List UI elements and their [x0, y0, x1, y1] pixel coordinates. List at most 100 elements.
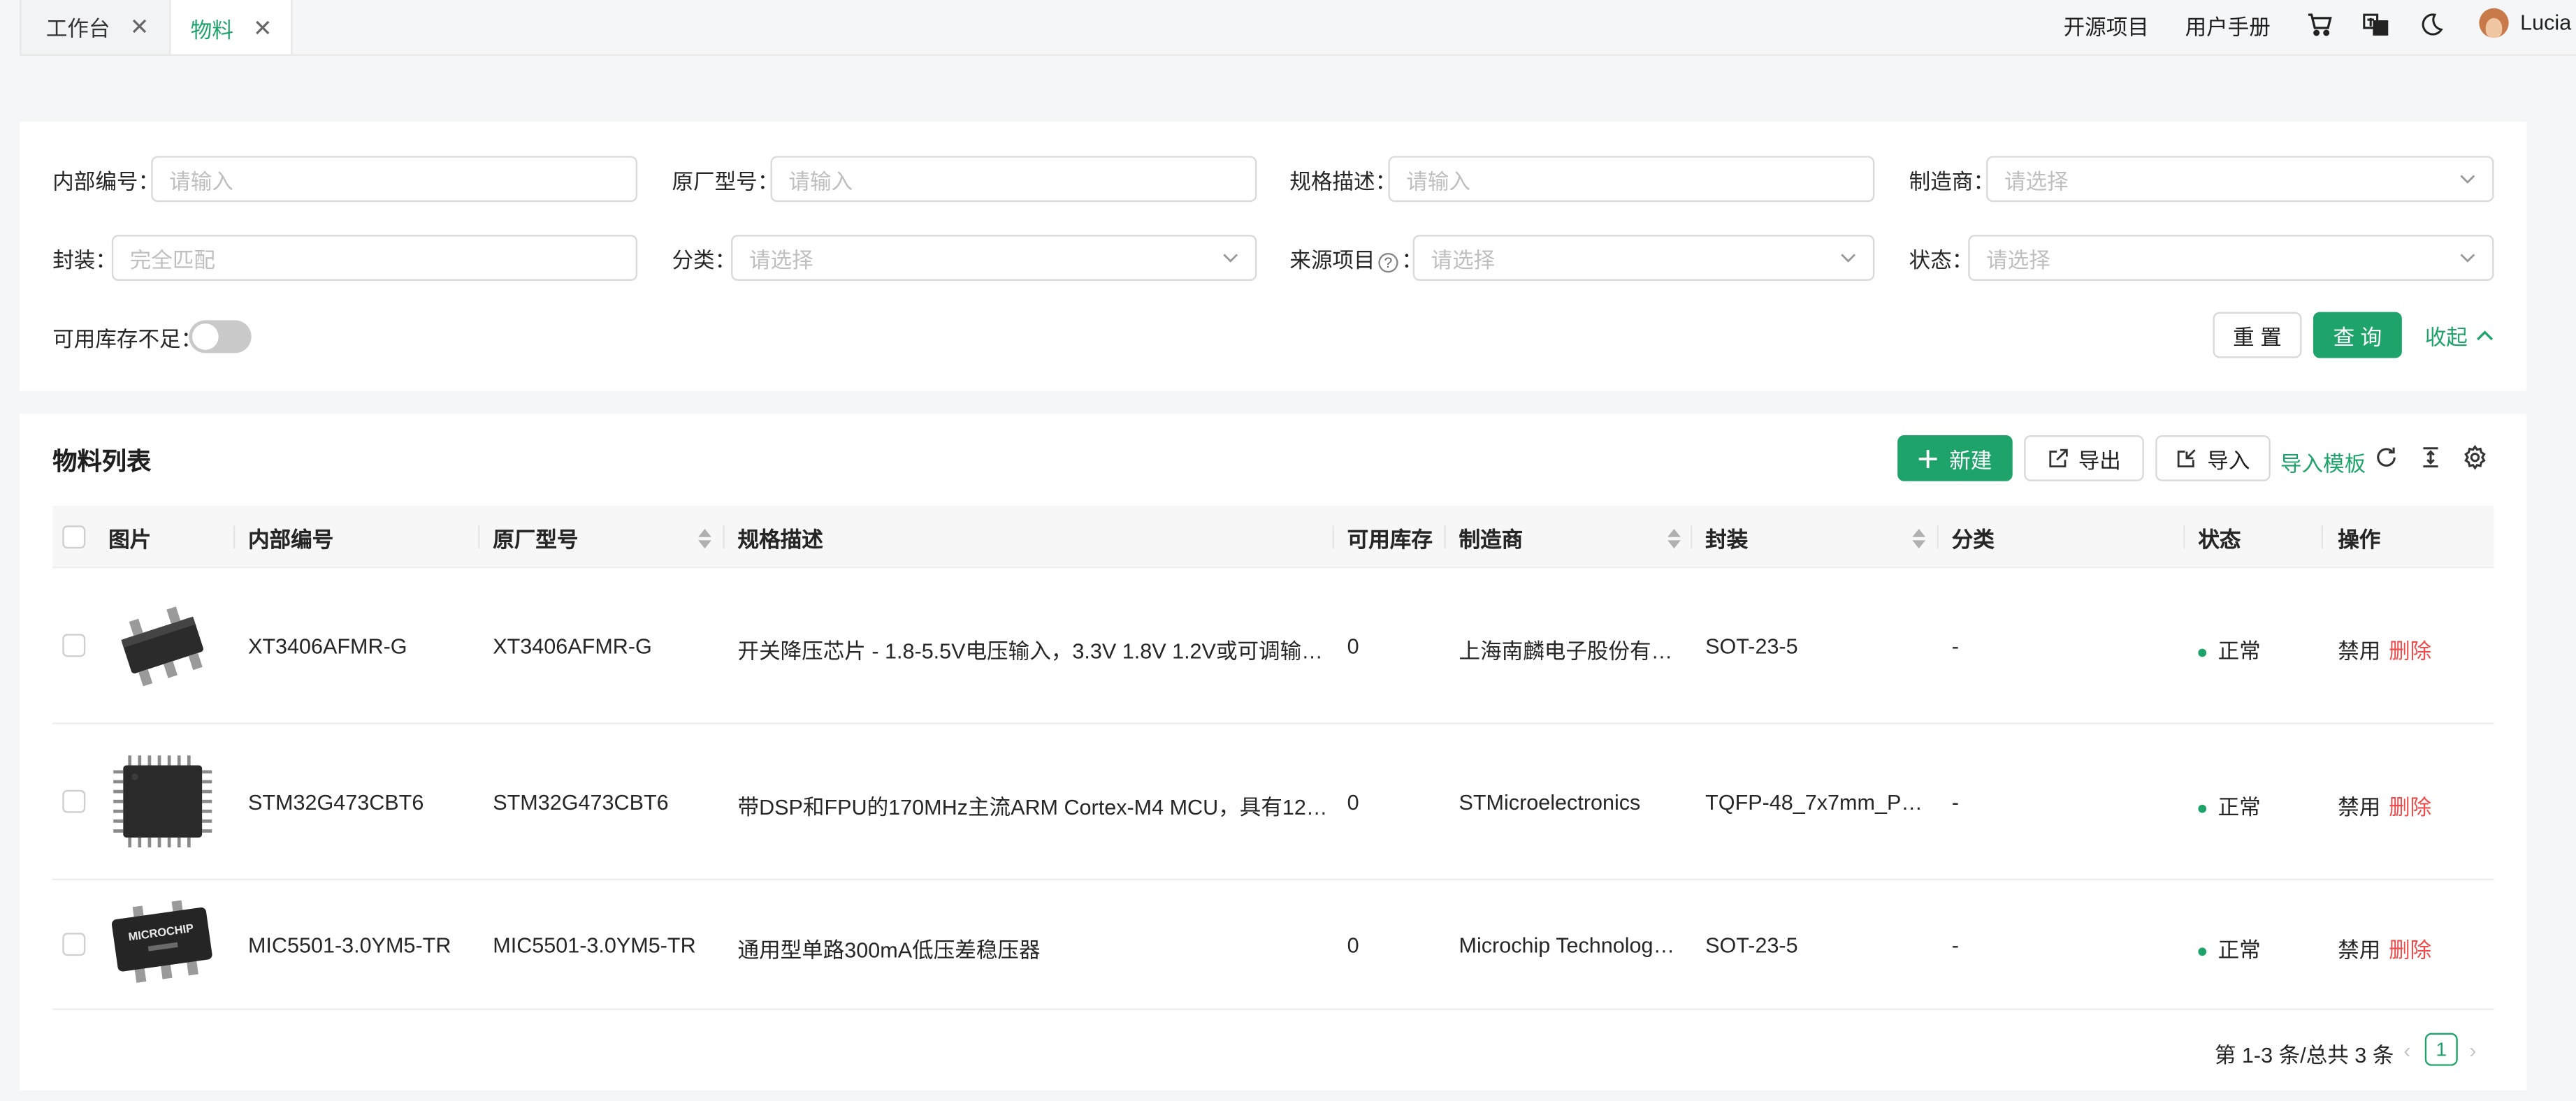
- chevron-down-icon: [1223, 254, 1238, 263]
- close-icon[interactable]: ✕: [130, 13, 150, 41]
- manufacturer-cell: STMicroelectronics: [1459, 789, 1641, 815]
- gear-icon[interactable]: [2463, 444, 2489, 472]
- col-package[interactable]: 封装: [1705, 506, 1748, 568]
- status-dot: [2198, 648, 2207, 657]
- export-button[interactable]: 导出: [2024, 435, 2144, 481]
- disable-button[interactable]: 禁用: [2338, 790, 2380, 822]
- open-source-link[interactable]: 开源项目: [2064, 10, 2149, 41]
- page-1-button[interactable]: 1: [2424, 1033, 2458, 1066]
- chevron-down-icon: [2460, 254, 2475, 263]
- manufacturer-cell: 上海南麟电子股份有限...: [1459, 639, 1683, 664]
- avatar[interactable]: [2479, 8, 2509, 38]
- category-cell: -: [1951, 933, 1959, 958]
- low-stock-toggle[interactable]: [189, 320, 252, 353]
- internal-no-link[interactable]: STM32G473CBT6: [248, 790, 478, 815]
- table-row[interactable]: MICROCHIP MIC5501-3.0YM5-TR MIC5501-3.0Y…: [52, 880, 2494, 1010]
- status-label: 状态：: [1909, 247, 1974, 273]
- table-row[interactable]: STM32G473CBT6 STM32G473CBT6 带DSP和FPU的170…: [52, 724, 2494, 881]
- delete-button[interactable]: 删除: [2389, 933, 2431, 964]
- internal-no-link[interactable]: MIC5501-3.0YM5-TR: [248, 933, 478, 957]
- disable-button[interactable]: 禁用: [2338, 933, 2380, 964]
- stock-cell: 0: [1347, 634, 1359, 659]
- col-manufacturer[interactable]: 制造商: [1459, 506, 1524, 568]
- category-label: 分类：: [672, 247, 737, 273]
- row-checkbox[interactable]: [62, 933, 86, 956]
- chevron-up-icon: [2477, 330, 2494, 340]
- export-icon: [2049, 448, 2068, 467]
- mfr-model-input[interactable]: 请输入: [770, 156, 1257, 203]
- filter-panel: 内部编号： 请输入 原厂型号： 请输入 规格描述： 请输入 制造商： 请选择 封…: [20, 121, 2527, 391]
- user-name[interactable]: Lucia: [2520, 10, 2571, 34]
- stock-cell: 0: [1347, 789, 1359, 815]
- collapse-label: 收起: [2424, 324, 2468, 349]
- tab-workbench[interactable]: 工作台 ✕: [20, 0, 171, 56]
- package-link[interactable]: SOT-23-5: [1705, 634, 1929, 658]
- source-project-label: 来源项目?：: [1289, 247, 1423, 273]
- collapse-button[interactable]: 收起: [2422, 312, 2497, 358]
- col-image: 图片: [108, 526, 152, 551]
- col-status: 状态: [2198, 526, 2241, 551]
- refresh-icon[interactable]: [2374, 445, 2401, 472]
- package-link[interactable]: TQFP-48_7x7mm_P0....: [1705, 790, 1929, 815]
- close-icon[interactable]: ✕: [253, 14, 273, 42]
- tab-materials[interactable]: 物料 ✕: [171, 0, 293, 56]
- column-divider: [2183, 525, 2185, 549]
- material-list-card: 物料列表 新建 导出 导入 导入模板 图片 内部编号 原厂型号 规格描述 可用库…: [20, 414, 2527, 1091]
- column-divider: [233, 525, 236, 549]
- new-button[interactable]: 新建: [1897, 435, 2013, 481]
- app-root: 工作台 ✕ 物料 ✕ 开源项目 用户手册 Lucia 内部编号： 请输入 原厂型…: [0, 0, 2576, 1100]
- import-template-link[interactable]: 导入模板: [2280, 446, 2366, 478]
- manufacturer-label: 制造商：: [1909, 169, 1995, 194]
- import-button[interactable]: 导入: [2155, 435, 2271, 481]
- help-icon[interactable]: ?: [1378, 251, 1398, 272]
- mfr-model-cell: STM32G473CBT6: [493, 789, 669, 815]
- table-row[interactable]: XT3406AFMR-G XT3406AFMR-G 开关降压芯片 - 1.8-5…: [52, 568, 2494, 724]
- disable-button[interactable]: 禁用: [2338, 634, 2380, 665]
- sort-icon[interactable]: [698, 528, 711, 549]
- row-checkbox[interactable]: [62, 634, 86, 657]
- status-dot: [2198, 805, 2207, 813]
- package-label: 封装：: [52, 247, 117, 273]
- prev-page-icon[interactable]: ‹: [2403, 1038, 2410, 1063]
- product-image[interactable]: [108, 591, 217, 699]
- delete-button[interactable]: 删除: [2389, 790, 2431, 822]
- manufacturer-select[interactable]: 请选择: [1986, 156, 2494, 203]
- category-select[interactable]: 请选择: [731, 235, 1257, 281]
- stock-cell: 0: [1347, 933, 1359, 958]
- status-select[interactable]: 请选择: [1968, 235, 2494, 281]
- plus-icon: [1919, 449, 1938, 467]
- sort-icon[interactable]: [1912, 528, 1926, 549]
- source-project-select[interactable]: 请选择: [1412, 235, 1875, 281]
- internal-no-link[interactable]: XT3406AFMR-G: [248, 634, 478, 658]
- sort-icon[interactable]: [1667, 528, 1681, 549]
- column-divider: [2321, 525, 2324, 549]
- user-manual-link[interactable]: 用户手册: [2185, 10, 2271, 41]
- select-all-checkbox[interactable]: [62, 525, 86, 549]
- package-link[interactable]: SOT-23-5: [1705, 933, 1929, 957]
- export-label: 导出: [2078, 447, 2121, 472]
- chevron-down-icon: [2460, 175, 2475, 184]
- top-bar: 工作台 ✕ 物料 ✕ 开源项目 用户手册 Lucia: [0, 0, 2576, 56]
- row-checkbox[interactable]: [62, 789, 86, 813]
- product-image[interactable]: [108, 748, 217, 856]
- spec-label: 规格描述：: [1289, 169, 1397, 194]
- spec-input[interactable]: 请输入: [1388, 156, 1875, 203]
- mfr-model-label: 原厂型号：: [672, 169, 779, 194]
- status-dot: [2198, 947, 2207, 956]
- mfr-model-cell: XT3406AFMR-G: [493, 634, 652, 659]
- query-button[interactable]: 查 询: [2313, 312, 2402, 358]
- delete-button[interactable]: 删除: [2389, 634, 2431, 665]
- status-badge: 正常: [2198, 790, 2313, 822]
- package-input[interactable]: 完全匹配: [111, 235, 638, 281]
- col-actions: 操作: [2338, 526, 2381, 551]
- internal-no-input[interactable]: 请输入: [151, 156, 638, 203]
- column-height-icon[interactable]: [2418, 445, 2445, 472]
- product-image[interactable]: MICROCHIP: [108, 890, 217, 998]
- moon-icon[interactable]: [2417, 10, 2446, 39]
- internal-no-label: 内部编号：: [52, 169, 160, 194]
- cart-icon[interactable]: [2305, 10, 2334, 39]
- translate-icon[interactable]: [2361, 10, 2390, 39]
- next-page-icon[interactable]: ›: [2469, 1038, 2476, 1063]
- col-mfr-model[interactable]: 原厂型号: [493, 506, 578, 568]
- reset-button[interactable]: 重 置: [2213, 312, 2302, 358]
